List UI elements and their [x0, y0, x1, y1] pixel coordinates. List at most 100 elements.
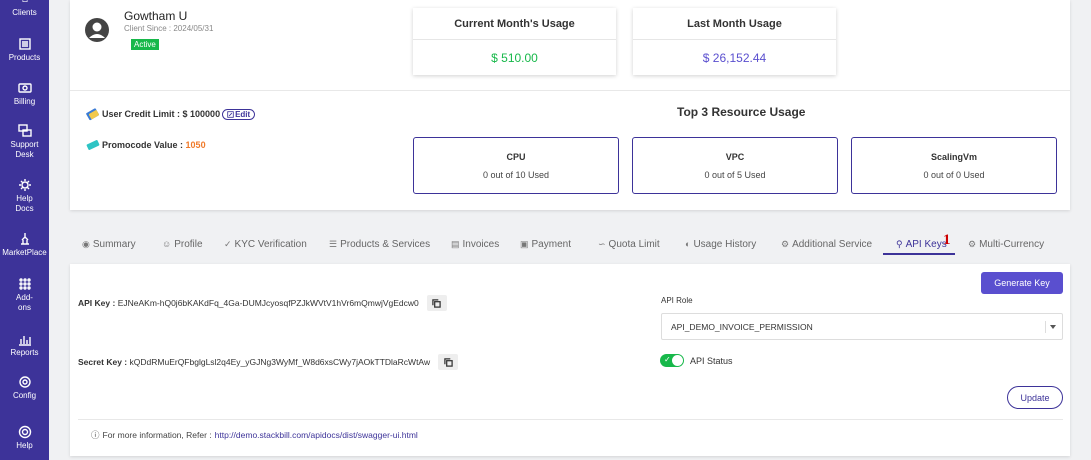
resource-name: ScalingVm — [930, 151, 977, 162]
gear-icon: ⚙ — [781, 238, 790, 249]
copy-secret-key-button[interactable] — [438, 354, 459, 370]
check-icon: ✓ — [664, 355, 671, 364]
credit-limit-value: $ 100000 — [182, 109, 221, 119]
sidebar-item-addons[interactable]: Add-ons — [0, 277, 49, 313]
tab-additional-service[interactable]: ⚙ Additional Service — [781, 233, 872, 255]
annotation-1: 1 — [943, 232, 951, 248]
copy-icon — [432, 298, 441, 308]
sidebar-item-marketplace[interactable]: MarketPlace — [0, 232, 49, 258]
tab-multi-currency[interactable]: ⚙ Multi-Currency — [968, 233, 1044, 255]
promocode-amount: 1050 — [185, 140, 206, 150]
api-role-value: API_DEMO_INVOICE_PERMISSION — [671, 321, 813, 332]
tab-invoices[interactable]: ▤ Invoices — [451, 233, 499, 255]
sidebar-item-clients[interactable]: Clients — [0, 0, 49, 18]
pie-icon: ◐ — [685, 239, 691, 249]
tab-products-services[interactable]: ☰ Products & Services — [329, 233, 430, 255]
dashboard-icon: ◉ — [82, 238, 90, 249]
help-docs-icon — [18, 179, 31, 191]
swagger-docs-link[interactable]: http://demo.stackbill.com/apidocs/dist/s… — [215, 430, 418, 440]
tab-quota-limit[interactable]: ∽ Quota Limit — [598, 233, 660, 255]
chart-icon: ∽ — [598, 238, 606, 249]
divider — [70, 90, 1070, 91]
divider — [78, 419, 1063, 420]
info-icon: ⓘ — [91, 430, 100, 440]
support-icon — [17, 124, 32, 137]
resource-name: CPU — [506, 151, 526, 162]
info-text: For more information, Refer : — [102, 430, 212, 440]
resource-card-cpu: CPU 0 out of 10 Used — [413, 137, 619, 194]
sidebar-item-billing[interactable]: Billing — [0, 81, 49, 107]
current-month-usage-value: $ 510.00 — [491, 50, 538, 65]
info-line: ⓘ For more information, Refer : http://d… — [91, 429, 418, 441]
sidebar-item-help-docs[interactable]: Help Docs — [0, 178, 49, 214]
config-icon — [18, 376, 31, 388]
gear-icon: ⚙ — [968, 238, 977, 249]
client-name: Gowtham U — [124, 9, 188, 23]
last-month-usage-title: Last Month Usage — [633, 8, 836, 40]
person-icon: ☺ — [162, 239, 172, 249]
document-icon: ▤ — [451, 238, 460, 249]
resource-used: 0 out of 0 Used — [923, 169, 985, 180]
tab-usage-history[interactable]: ◐ Usage History — [685, 233, 756, 255]
update-button[interactable]: Update — [1007, 386, 1063, 409]
api-key-label: API Key : — [78, 298, 116, 308]
toggle-knob — [672, 355, 683, 366]
credit-card-icon — [86, 108, 99, 121]
current-month-usage-card: Current Month's Usage $ 510.00 — [413, 8, 616, 75]
last-month-usage-card: Last Month Usage $ 26,152.44 — [633, 8, 836, 75]
tab-api-keys[interactable]: ⚲ API Keys — [896, 233, 947, 255]
sidebar-item-help[interactable]: Help — [0, 425, 49, 451]
promocode-value: Promocode Value : 1050 — [86, 138, 206, 152]
api-role-select[interactable]: API_DEMO_INVOICE_PERMISSION — [661, 313, 1063, 340]
reports-icon — [18, 336, 31, 346]
addons-icon — [18, 278, 31, 290]
resource-card-scalingvm: ScalingVm 0 out of 0 Used — [851, 137, 1057, 194]
tab-profile[interactable]: ☺ Profile — [162, 233, 203, 255]
secret-key-label: Secret Key : — [78, 357, 128, 367]
tab-kyc-verification[interactable]: ✓ KYC Verification — [224, 233, 307, 255]
tab-payment[interactable]: ▣ Payment — [520, 233, 571, 255]
chevron-down-icon — [1050, 325, 1056, 329]
marketplace-icon — [20, 233, 29, 245]
api-keys-panel: Generate Key API Key : EJNeAKm-hQ0j6bKAK… — [70, 264, 1070, 456]
sidebar-item-config[interactable]: Config — [0, 375, 49, 401]
credit-limit: User Credit Limit : $ 100000 Edit — [86, 107, 256, 121]
edit-credit-button[interactable]: Edit — [222, 108, 256, 120]
secret-key-value: kQDdRMuErQFbglgLsl2q4Ey_yGJNg3WyMf_W8d6x… — [129, 357, 431, 367]
money-icon: ▣ — [520, 238, 529, 249]
users-icon — [22, 0, 27, 3]
check-circle-icon: ✓ — [224, 238, 232, 249]
sidebar: Clients Products Billing Support Desk He… — [0, 0, 49, 460]
generate-key-button[interactable]: Generate Key — [981, 272, 1063, 294]
copy-icon — [443, 357, 453, 367]
status-badge: Active — [131, 39, 159, 50]
resource-card-vpc: VPC 0 out of 5 Used — [632, 137, 838, 194]
sidebar-item-support[interactable]: Support Desk — [0, 124, 49, 160]
resource-name: VPC — [725, 151, 745, 162]
api-key-value: EJNeAKm-hQ0j6bKAKdFq_4Ga-DUMJcyosqfPZJkW… — [117, 298, 419, 308]
products-icon — [18, 38, 31, 50]
api-status-toggle[interactable]: ✓ — [660, 354, 684, 367]
billing-icon — [17, 83, 32, 93]
select-divider — [1045, 321, 1046, 333]
resource-used: 0 out of 5 Used — [704, 169, 766, 180]
api-status-label: API Status — [690, 356, 733, 366]
key-icon: ⚲ — [896, 238, 903, 249]
api-key-row: API Key : EJNeAKm-hQ0j6bKAKdFq_4Ga-DUMJc… — [78, 295, 447, 311]
help-icon — [18, 425, 31, 439]
avatar-icon — [85, 18, 109, 42]
client-summary-card: Gowtham U Client Since : 2024/05/31 Acti… — [70, 0, 1070, 210]
resource-used: 0 out of 10 Used — [482, 169, 550, 180]
secret-key-row: Secret Key : kQDdRMuErQFbglgLsl2q4Ey_yGJ… — [78, 354, 459, 370]
api-role-label: API Role — [661, 296, 693, 305]
active-tab-indicator — [883, 253, 955, 255]
sidebar-item-reports[interactable]: Reports — [0, 332, 49, 358]
list-icon: ☰ — [329, 238, 338, 249]
current-month-usage-title: Current Month's Usage — [413, 8, 616, 40]
sidebar-item-products[interactable]: Products — [0, 37, 49, 63]
credit-limit-label: User Credit Limit : — [102, 109, 181, 119]
tab-summary[interactable]: ◉ Summary — [82, 233, 136, 255]
edit-icon — [227, 110, 234, 118]
copy-api-key-button[interactable] — [426, 295, 447, 311]
top-resources-title: Top 3 Resource Usage — [677, 105, 806, 119]
